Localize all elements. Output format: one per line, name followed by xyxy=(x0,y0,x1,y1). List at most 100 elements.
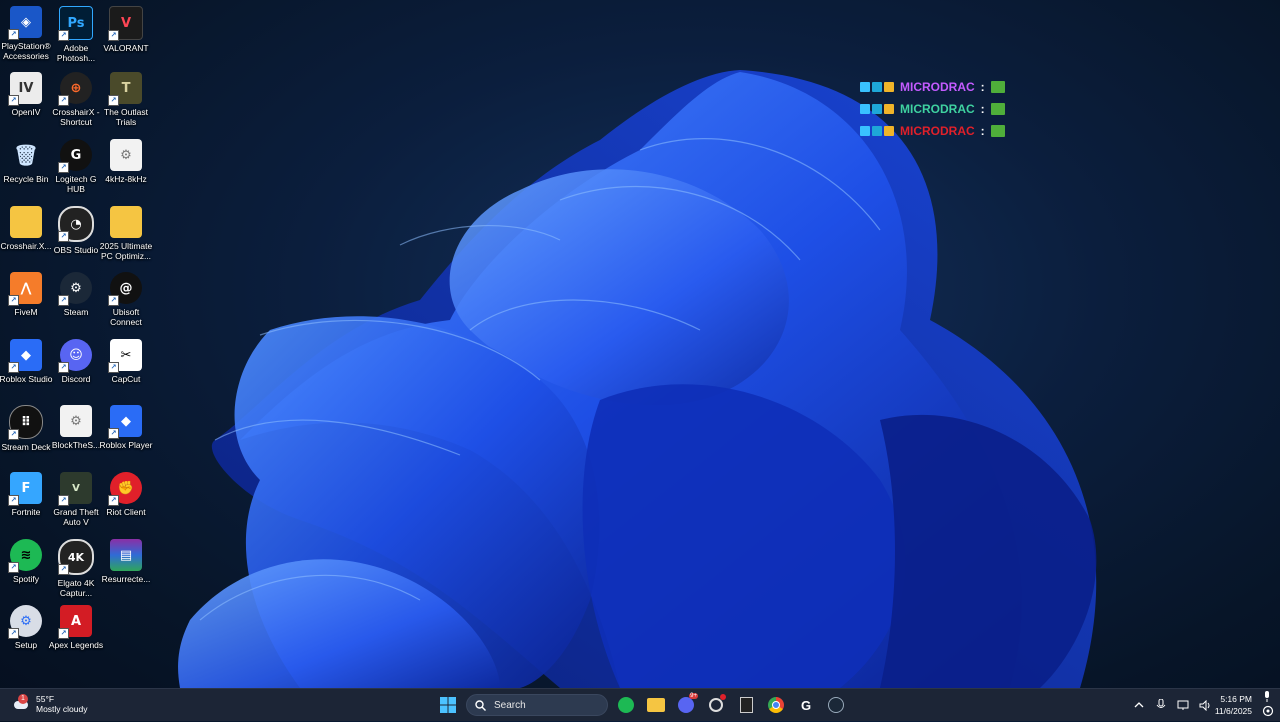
apex-icon: A ↗ xyxy=(58,605,92,639)
desktop-icon-discord[interactable]: ☺ ↗ Discord xyxy=(50,339,102,405)
epic-games-icon xyxy=(739,697,753,713)
desktop-icon-pc-optimizer[interactable]: 2025 Ultimate PC Optimiz... xyxy=(100,206,152,272)
taskbar-apps: Search 9+ G xyxy=(436,693,848,717)
taskbar-crosshair[interactable] xyxy=(704,693,728,717)
discord-icon: ☺ ↗ xyxy=(58,339,92,373)
riot-icon: ✊ ↗ xyxy=(108,472,142,506)
desktop-icon-riot-client[interactable]: ✊ ↗ Riot Client xyxy=(100,472,152,538)
weather-alert-badge: 1 xyxy=(18,694,28,704)
notification-dot xyxy=(720,694,726,700)
logitech-icon: G ↗ xyxy=(58,139,92,173)
settings-file-icon: ⚙ xyxy=(60,405,92,437)
ubisoft-icon: @ ↗ xyxy=(108,272,142,306)
spotify-icon: ≋ ↗ xyxy=(8,539,42,573)
desktop-icon-fortnite[interactable]: F ↗ Fortnite xyxy=(0,472,52,538)
cloudy-weather-icon: 1 xyxy=(12,694,30,711)
desktop-icon-gta-v[interactable]: V ↗ Grand Theft Auto V xyxy=(50,472,102,538)
folder-icon xyxy=(10,206,42,238)
desktop-icon-ubisoft[interactable]: @ ↗ Ubisoft Connect xyxy=(100,272,152,338)
taskbar-logitech[interactable]: G xyxy=(794,693,818,717)
desktop-icon-obs[interactable]: ◔ ↗ OBS Studio xyxy=(50,206,102,272)
desktop-icon-elgato[interactable]: 4K ↗ Elgato 4K Captur... xyxy=(50,539,102,605)
show-hidden-icons-button[interactable] xyxy=(1132,698,1146,712)
gta-icon: V ↗ xyxy=(58,472,92,506)
overlay-cube-icon xyxy=(872,82,882,92)
overlay-crown-icon xyxy=(884,82,894,92)
start-button[interactable] xyxy=(436,693,460,717)
desktop-icon-roblox-studio[interactable]: ◆ ↗ Roblox Studio xyxy=(0,339,52,405)
valorant-icon: V ↗ xyxy=(108,6,143,41)
desktop-icon-crosshairx[interactable]: ⊕ ↗ CrosshairX - Shortcut xyxy=(50,72,102,138)
crosshairx-icon: ⊕ ↗ xyxy=(58,72,92,106)
desktop-icon-setup[interactable]: ⚙ ↗ Setup xyxy=(0,605,52,671)
taskbar-search[interactable]: Search xyxy=(466,694,608,716)
wallpaper xyxy=(178,70,1097,688)
taskbar-chrome[interactable] xyxy=(764,693,788,717)
desktop-icon-stream-deck[interactable]: ⠿ ↗ Stream Deck xyxy=(0,405,52,471)
desktop-icon-logitech[interactable]: G ↗ Logitech G HUB xyxy=(50,139,102,205)
chevron-up-icon xyxy=(1134,702,1144,708)
overlay-name: MICRODRAC xyxy=(900,102,975,116)
clock[interactable]: 5:16 PM 11/6/2025 xyxy=(1210,693,1252,717)
openiv-icon: IV ↗ xyxy=(8,72,42,106)
desktop-icon-blockthes[interactable]: ⚙ BlockTheS... xyxy=(50,405,102,471)
network-button[interactable] xyxy=(1176,698,1190,712)
recycle-bin-icon: 🗑 xyxy=(13,143,39,167)
desktop-icon-recycle-bin[interactable]: 🗑 Recycle Bin xyxy=(0,139,52,205)
winrar-icon: ▤ xyxy=(110,539,142,571)
discord-badge: 9+ xyxy=(689,693,698,699)
taskbar: 1 55°F Mostly cloudy Search 9+ G 5:16 PM… xyxy=(0,688,1280,721)
desktop-icon-valorant[interactable]: V ↗ VALORANT xyxy=(100,6,152,72)
microphone-icon xyxy=(1156,699,1166,708)
desktop-icon-fivem[interactable]: ⋀ ↗ FiveM xyxy=(0,272,52,338)
desktop-icon-photoshop[interactable]: Ps ↗ Adobe Photosh... xyxy=(50,6,102,72)
chrome-icon xyxy=(768,697,784,713)
photoshop-icon: Ps ↗ xyxy=(58,6,93,41)
stream-deck-icon: ⠿ ↗ xyxy=(8,405,43,440)
taskbar-discord[interactable]: 9+ xyxy=(674,693,698,717)
desktop-icon-openiv[interactable]: IV ↗ OpenIV xyxy=(0,72,52,138)
desktop-icon-outlast-trials[interactable]: T ↗ The Outlast Trials xyxy=(100,72,152,138)
desktop-icon-playstation-accessories[interactable]: ◈ ↗ PlayStation® Accessories xyxy=(0,6,52,72)
desktop-icon-resurrected[interactable]: ▤ Resurrecte... xyxy=(100,539,152,605)
desktop-icon-apex[interactable]: A ↗ Apex Legends xyxy=(49,605,103,671)
windows-start-icon xyxy=(440,697,456,713)
desktop-icon-capcut[interactable]: ✂ ↗ CapCut xyxy=(100,339,152,405)
desktop-icon-4khz-8khz[interactable]: ⚙ 4kHz-8kHz xyxy=(100,139,152,205)
overlay-flag-icon xyxy=(990,81,1005,93)
taskbar-epic-games[interactable] xyxy=(734,693,758,717)
desktop-icon-roblox-player[interactable]: ◆ ↗ Roblox Player xyxy=(100,405,152,471)
notification-center-button[interactable] xyxy=(1262,704,1274,722)
weather-temp: 55°F xyxy=(36,694,55,704)
overlay-crown-icon xyxy=(884,126,894,136)
clock-date: 11/6/2025 xyxy=(1214,706,1252,716)
overlay-crown-icon xyxy=(884,104,894,114)
taskbar-steam[interactable] xyxy=(824,693,848,717)
roblox-icon: ◆ ↗ xyxy=(108,405,142,439)
taskbar-spotify[interactable] xyxy=(614,693,638,717)
playstation-icon: ◈ ↗ xyxy=(8,6,42,40)
steam-icon xyxy=(828,697,844,713)
overlay-name: MICRODRAC xyxy=(900,124,975,138)
overlay-arrow-icon xyxy=(860,82,870,92)
fivem-icon: ⋀ ↗ xyxy=(8,272,42,306)
overlay-name: MICRODRAC xyxy=(900,80,975,94)
desktop-icon-steam[interactable]: ⚙ ↗ Steam xyxy=(50,272,102,338)
weather-condition: Mostly cloudy xyxy=(36,704,88,714)
overlay-flag-icon xyxy=(990,125,1005,137)
microphone-button[interactable] xyxy=(1154,698,1168,712)
obs-icon: ◔ ↗ xyxy=(58,206,94,242)
roblox-studio-icon: ◆ ↗ xyxy=(8,339,42,373)
weather-widget[interactable]: 1 55°F Mostly cloudy xyxy=(12,694,88,714)
desktop-icon-crosshairx-folder[interactable]: Crosshair.X... xyxy=(0,206,52,272)
discord-icon xyxy=(678,697,694,713)
clock-time: 5:16 PM xyxy=(1220,694,1252,704)
microphone-icon xyxy=(1265,691,1269,702)
search-placeholder: Search xyxy=(494,699,526,711)
overlay-arrow-icon xyxy=(860,126,870,136)
desktop-icon-spotify[interactable]: ≋ ↗ Spotify xyxy=(0,539,52,605)
file-explorer-icon xyxy=(647,698,665,712)
outlast-icon: T ↗ xyxy=(108,72,142,106)
notification-bell-icon xyxy=(1262,705,1274,717)
taskbar-file-explorer[interactable] xyxy=(644,693,668,717)
